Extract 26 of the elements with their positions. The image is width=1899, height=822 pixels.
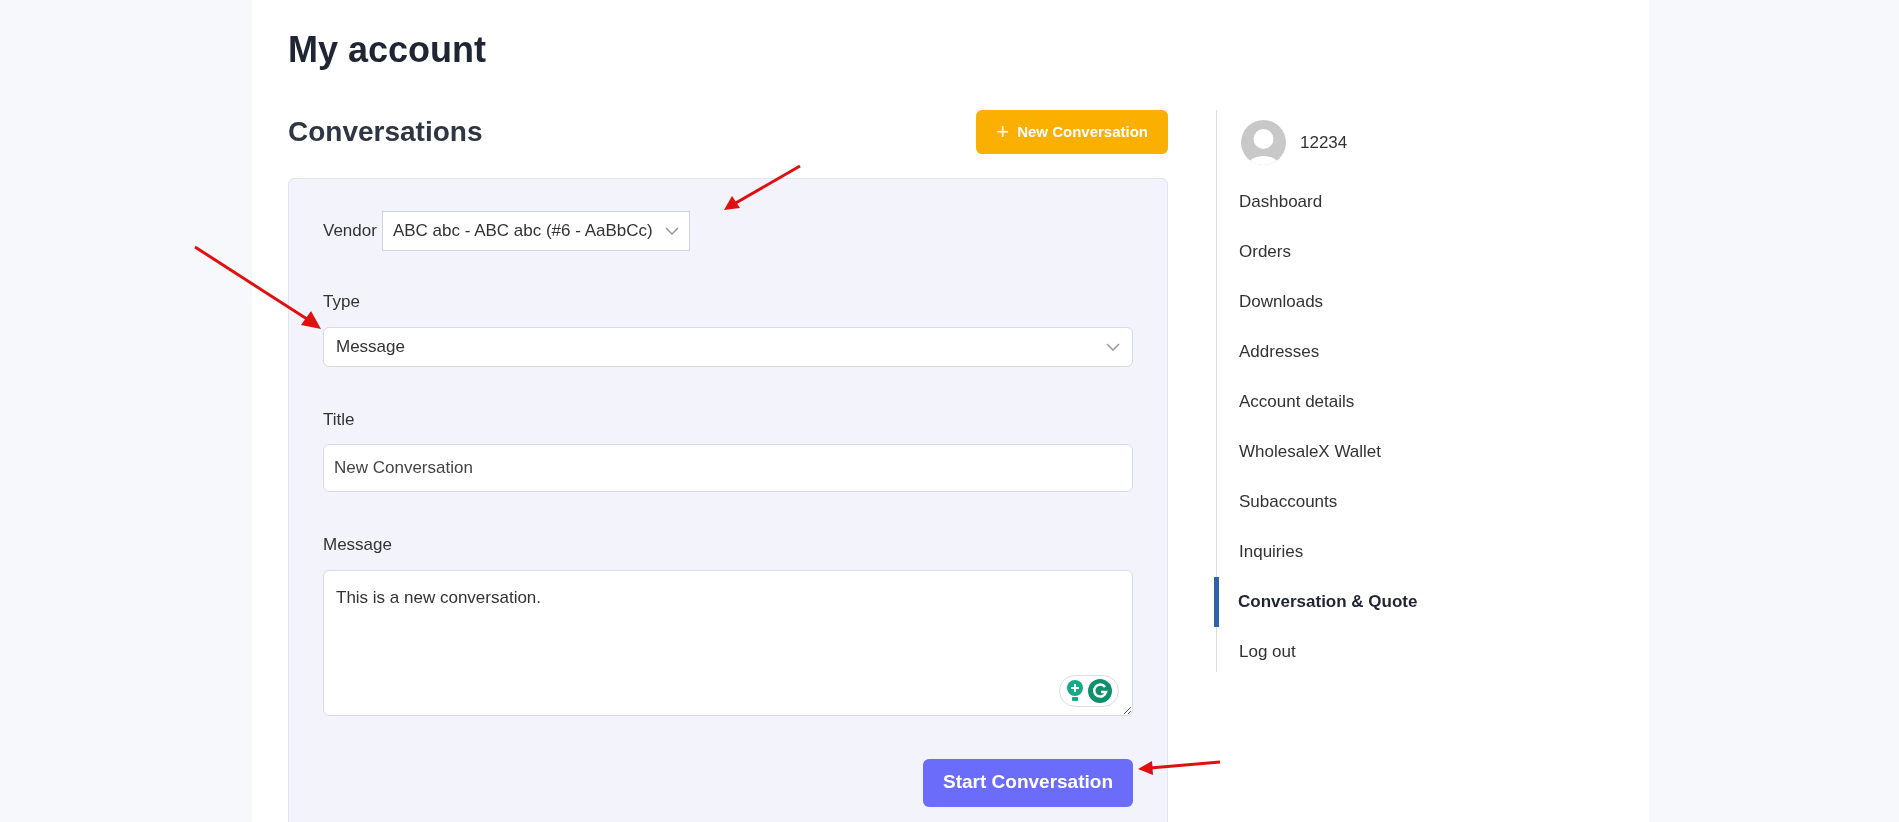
username: 12234 [1300,131,1348,154]
type-select[interactable]: Message [323,326,1133,367]
nav-link[interactable]: WholesaleX Wallet [1217,427,1418,477]
page-title: My account [288,28,488,72]
title-input[interactable]: New Conversation [323,444,1133,492]
type-label: Type [323,291,361,313]
g-logo-icon [1088,678,1112,703]
nav-link[interactable]: Dashboard [1217,177,1418,227]
message-label: Message [323,534,393,556]
start-conversation-button[interactable]: Start Conversation [923,758,1133,807]
message-textarea[interactable]: This is a new conversation. [323,569,1133,716]
title-label: Title [323,408,356,431]
vendor-select[interactable]: ABC abc - ABC abc (#6 - AaBbCc) [381,211,690,251]
chevron-down-icon [1106,342,1120,351]
nav-link[interactable]: Conversation & Quote [1214,577,1418,627]
vendor-label: Vendor [323,220,377,243]
section-title: Conversations [288,115,483,149]
nav-link[interactable]: Orders [1217,227,1418,277]
nav-link[interactable]: Addresses [1217,327,1418,377]
nav-link[interactable]: Downloads [1217,277,1418,327]
nav-link[interactable]: Inquiries [1217,527,1418,577]
chevron-down-icon [664,227,679,235]
nav-link[interactable]: Subaccounts [1217,477,1418,527]
nav-link[interactable]: Account details [1217,377,1418,427]
lightbulb-icon [1066,679,1084,702]
nav-link[interactable]: Log out [1217,627,1418,677]
